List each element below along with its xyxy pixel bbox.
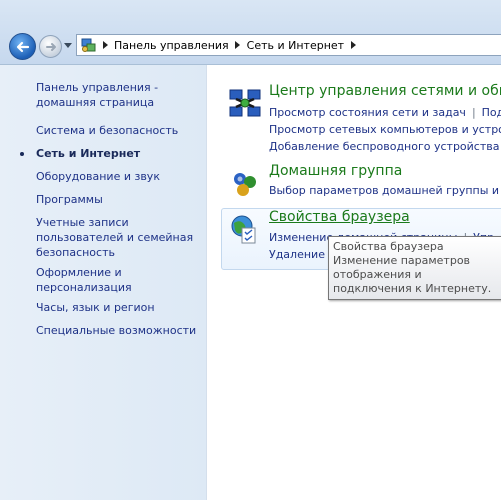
sidebar-item-accessibility[interactable]: Специальные возможности (36, 323, 201, 338)
sidebar-item-system-security[interactable]: Система и безопасность (36, 123, 201, 138)
back-button[interactable] (9, 33, 36, 60)
sidebar-item-home[interactable]: Панель управления - домашняя страница (36, 80, 201, 110)
active-item-bullet (20, 152, 24, 156)
control-panel-icon (80, 36, 98, 54)
chevron-down-icon (64, 43, 72, 48)
breadcrumb-network-internet[interactable]: Сеть и Интернет (245, 39, 346, 52)
tooltip-title: Свойства браузера (333, 240, 444, 253)
history-dropdown[interactable] (63, 41, 73, 51)
network-center-link-row: Просмотр состояния сети и задач | Под (269, 106, 501, 119)
category-network-center: Центр управления сетями и общ Просмотр с… (222, 83, 501, 159)
tooltip-text: Изменение параметров отображения и подкл… (333, 254, 492, 295)
sidebar: Панель управления - домашняя страница Си… (0, 65, 207, 500)
back-arrow-icon (16, 41, 29, 52)
address-bar[interactable]: Панель управления Сеть и Интернет (76, 34, 501, 56)
add-wireless-device-link[interactable]: Добавление беспроводного устройства в (269, 140, 501, 153)
navigation-bar: Панель управления Сеть и Интернет (0, 0, 501, 65)
link-separator: | (471, 106, 476, 119)
breadcrumb-separator[interactable] (346, 41, 360, 49)
internet-options-icon (231, 215, 256, 244)
delete-history-link[interactable]: Удаление и (269, 248, 336, 261)
homegroup-icon (234, 173, 256, 196)
chevron-right-icon (235, 41, 241, 49)
internet-options-title[interactable]: Свойства браузера (269, 209, 410, 225)
sidebar-item-hardware-sound[interactable]: Оборудование и звук (36, 169, 201, 184)
category-homegroup: Домашняя группа Выбор параметров домашне… (222, 163, 501, 203)
chevron-right-icon (350, 41, 356, 49)
sidebar-item-network-internet[interactable]: Сеть и Интернет (36, 146, 201, 161)
forward-button[interactable] (39, 35, 62, 58)
breadcrumb-separator[interactable] (231, 41, 245, 49)
sidebar-item-programs[interactable]: Программы (36, 192, 201, 207)
breadcrumb-separator[interactable] (98, 41, 112, 49)
view-network-status-link[interactable]: Просмотр состояния сети и задач (269, 106, 466, 119)
network-center-icon (229, 89, 261, 117)
connect-network-link[interactable]: Под (482, 106, 501, 119)
network-center-title[interactable]: Центр управления сетями и общ (269, 83, 501, 99)
homegroup-title[interactable]: Домашняя группа (269, 163, 402, 179)
forward-arrow-icon (45, 42, 56, 51)
chevron-right-icon (102, 41, 108, 49)
view-network-computers-link[interactable]: Просмотр сетевых компьютеров и устройс (269, 123, 501, 136)
sidebar-item-appearance[interactable]: Оформление и персонализация (36, 265, 201, 295)
homegroup-settings-link[interactable]: Выбор параметров домашней группы и о (269, 184, 501, 197)
tooltip: Свойства браузера Изменение параметров о… (328, 236, 501, 300)
sidebar-item-user-accounts[interactable]: Учетные записи пользователей и семейная … (36, 215, 201, 260)
breadcrumb-control-panel[interactable]: Панель управления (112, 39, 231, 52)
sidebar-item-clock-language[interactable]: Часы, язык и регион (36, 300, 201, 315)
